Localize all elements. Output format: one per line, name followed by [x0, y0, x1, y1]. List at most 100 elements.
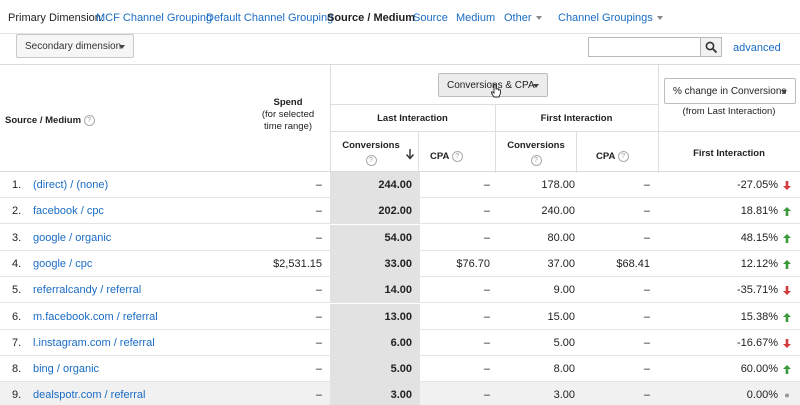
row-index: 5.	[12, 284, 22, 297]
sort-descending-icon[interactable]	[405, 148, 415, 160]
last-cpa-value: –	[483, 363, 490, 376]
source-medium-header: Source / Medium	[5, 115, 82, 127]
last-conversions-header: Conversions	[342, 140, 400, 151]
source-medium-link[interactable]: referralcandy / referral	[33, 284, 141, 296]
first-cpa-value: –	[643, 284, 650, 297]
last-cpa-header: CPA	[430, 151, 449, 163]
table-row: 3. google / organic – 54.00 – 80.00 – 48.15%	[0, 224, 800, 251]
percent-change-value: 60.00%	[740, 363, 778, 376]
dimension-source[interactable]: Source	[413, 12, 448, 24]
dimension-mcf-channel-grouping[interactable]: MCF Channel Grouping	[96, 12, 212, 24]
channel-groupings-label: Channel Groupings	[558, 12, 653, 24]
spend-value: –	[315, 336, 322, 349]
source-medium-link[interactable]: l.instagram.com / referral	[33, 337, 155, 349]
secondary-dimension-button[interactable]: Secondary dimension	[16, 34, 134, 58]
row-index: 9.	[12, 389, 22, 402]
chevron-down-icon	[656, 16, 663, 21]
first-interaction-subheader: First Interaction	[693, 148, 765, 159]
last-conversions-value: 54.00	[384, 231, 412, 244]
arrow-up-icon	[783, 312, 791, 322]
first-cpa-value: –	[643, 389, 650, 402]
last-cpa-value: –	[483, 205, 490, 218]
last-conversions-value: 14.00	[384, 284, 412, 297]
row-index: 8.	[12, 363, 22, 376]
row-index: 6.	[12, 310, 22, 323]
column-source-medium[interactable]: Source / Medium ?	[5, 115, 95, 127]
source-medium-link[interactable]: google / cpc	[33, 258, 92, 270]
dimension-medium[interactable]: Medium	[456, 12, 495, 24]
first-conversions-value: 15.00	[547, 310, 575, 323]
search-input[interactable]	[588, 37, 701, 57]
source-medium-link[interactable]: (direct) / (none)	[33, 179, 108, 191]
last-conversions-value: 33.00	[384, 257, 412, 270]
first-cpa-value: –	[643, 205, 650, 218]
search-button[interactable]	[700, 37, 722, 57]
first-cpa-value: –	[643, 336, 650, 349]
source-medium-link[interactable]: dealspotr.com / referral	[33, 389, 146, 401]
table-row: 5. referralcandy / referral – 14.00 – 9.00 – -3…	[0, 277, 800, 304]
percent-change-value: -16.67%	[737, 336, 778, 349]
dimension-source-medium[interactable]: Source / Medium	[327, 12, 415, 24]
arrow-up-icon	[783, 259, 791, 269]
percent-change-value: -35.71%	[737, 284, 778, 297]
percent-change-value: 0.00%	[746, 389, 778, 402]
help-icon[interactable]: ?	[617, 151, 629, 162]
last-cpa-value: –	[483, 310, 490, 323]
column-first-conversions[interactable]: Conversions ?	[503, 140, 569, 166]
last-cpa-value: –	[483, 284, 490, 297]
spend-value: –	[315, 284, 322, 297]
search-icon	[705, 41, 718, 54]
spend-value: –	[315, 205, 322, 218]
table-row: 6. m.facebook.com / referral – 13.00 – 15.00 –…	[0, 303, 800, 330]
arrow-down-icon	[783, 286, 791, 296]
table-row: 1. (direct) / (none) – 244.00 – 178.00 – -27.05…	[0, 172, 800, 198]
first-conversions-value: 3.00	[553, 389, 575, 402]
source-medium-link[interactable]: bing / organic	[33, 363, 99, 375]
arrow-up-icon	[783, 365, 791, 375]
help-icon[interactable]: ?	[451, 151, 463, 162]
primary-dimension-label: Primary Dimension:	[8, 12, 104, 24]
spend-value: –	[315, 310, 322, 323]
spend-subheader-2: time range)	[263, 121, 313, 132]
dimension-default-channel-grouping[interactable]: Default Channel Grouping	[206, 12, 333, 24]
first-cpa-header: CPA	[596, 151, 615, 163]
other-label: Other	[504, 12, 532, 24]
table-row: 9. dealspotr.com / referral – 3.00 – 3.00 – 0.0…	[0, 382, 800, 405]
first-cpa-value: –	[643, 310, 650, 323]
percent-change-value: 48.15%	[740, 231, 778, 244]
last-conversions-value: 6.00	[390, 336, 412, 349]
column-last-conversions[interactable]: Conversions ?	[338, 140, 404, 166]
last-interaction-header: Last Interaction	[377, 113, 448, 124]
percent-change-value: 15.38%	[740, 310, 778, 323]
help-icon[interactable]: ?	[530, 155, 542, 166]
column-first-cpa[interactable]: CPA ?	[596, 151, 629, 163]
spend-value: –	[315, 179, 322, 191]
help-icon[interactable]: ?	[83, 115, 95, 126]
row-index: 7.	[12, 336, 22, 349]
channel-groupings-dropdown[interactable]: Channel Groupings	[558, 12, 663, 24]
table-row: 4. google / cpc $2,531.15 33.00 $76.70 37.00 $…	[0, 250, 800, 277]
percent-change-value: 12.12%	[740, 257, 778, 270]
advanced-link[interactable]: advanced	[733, 42, 781, 54]
primary-dimension-bar: Primary Dimension: MCF Channel Grouping …	[0, 0, 800, 34]
row-index: 1.	[12, 179, 22, 191]
help-icon[interactable]: ?	[365, 155, 377, 166]
source-medium-link[interactable]: facebook / cpc	[33, 205, 104, 217]
column-last-cpa[interactable]: CPA ?	[430, 151, 463, 163]
percent-change-selector-dropdown[interactable]: % change in Conversions	[664, 78, 796, 104]
chevron-down-icon	[781, 90, 787, 94]
source-medium-link[interactable]: m.facebook.com / referral	[33, 311, 158, 323]
table-row: 8. bing / organic – 5.00 – 8.00 – 60.00%	[0, 356, 800, 383]
first-cpa-value: $68.41	[616, 257, 650, 270]
first-cpa-value: –	[643, 363, 650, 376]
dimension-other-dropdown[interactable]: Other	[504, 12, 542, 24]
percent-change-value: -27.05%	[737, 179, 778, 191]
spend-value: –	[315, 231, 322, 244]
row-index: 3.	[12, 231, 22, 244]
table-row: 2. facebook / cpc – 202.00 – 240.00 – 18.81%	[0, 198, 800, 225]
source-medium-link[interactable]: google / organic	[33, 232, 111, 244]
first-conversions-value: 37.00	[547, 257, 575, 270]
first-conversions-header: Conversions	[507, 140, 565, 151]
last-cpa-value: –	[483, 336, 490, 349]
first-cpa-value: –	[643, 231, 650, 244]
